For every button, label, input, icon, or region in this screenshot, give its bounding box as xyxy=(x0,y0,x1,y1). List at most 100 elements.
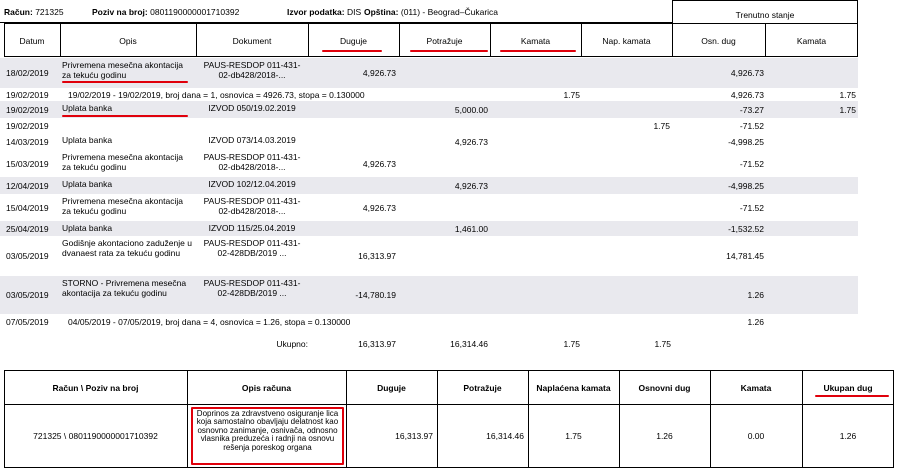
row-opis: Privremena mesečna akontacija za tekuću … xyxy=(62,196,183,216)
row-dokument: IZVOD 050/19.02.2019 xyxy=(208,103,296,113)
table-row: 19/02/2019 1.75 -71.52 xyxy=(0,118,858,133)
col-potrazuje: Potražuje xyxy=(426,36,463,46)
trenutno-stanje-title: Trenutno stanje xyxy=(735,10,795,20)
row-datum: 19/02/2019 xyxy=(6,90,49,100)
sum-opis-value: Doprinos za zdravstveno osiguranje lica … xyxy=(196,409,339,452)
opstina-value: (011) - Beograd–Čukarica xyxy=(400,7,499,17)
sum-col-ukupan: Ukupan dug xyxy=(823,383,873,393)
row-potrazuje: 4,926.73 xyxy=(454,137,488,147)
table-row: 19/02/2019 19/02/2019 - 19/02/2019, broj … xyxy=(0,88,858,101)
col-duguje: Duguje xyxy=(340,36,367,46)
row-datum: 12/04/2019 xyxy=(6,181,49,191)
racun-label: Račun: xyxy=(4,7,33,17)
sum-potrazuje-value: 16,314.46 xyxy=(486,431,524,441)
sum-col-racun: Račun \ Poziv na broj xyxy=(52,383,139,393)
row-dokument: IZVOD 115/25.04.2019 xyxy=(208,223,296,233)
row-osn-dug: 1.26 xyxy=(747,290,764,300)
row-duguje: 4,926.73 xyxy=(362,68,396,78)
row-datum: 03/05/2019 xyxy=(6,251,49,261)
table-row: 25/04/2019 Uplata banka IZVOD 115/25.04.20… xyxy=(0,221,858,236)
sum-naplacena-value: 1.75 xyxy=(565,431,582,441)
totals-potrazuje: 16,314.46 xyxy=(450,339,488,349)
highlight-uplata-opis xyxy=(62,115,188,117)
totals-label: Ukupno: xyxy=(276,339,308,349)
row-interest-calc: 19/02/2019 - 19/02/2019, broj dana = 1, … xyxy=(68,90,365,100)
table-row: 03/05/2019 STORNO - Privremena mesečna ak… xyxy=(0,276,858,314)
row-datum: 25/04/2019 xyxy=(6,224,49,234)
row-duguje: -14,780.19 xyxy=(355,290,396,300)
row-datum: 14/03/2019 xyxy=(6,137,49,147)
col-opis: Opis xyxy=(119,36,137,46)
row-opis: Privremena mesečna akontacija za tekuću … xyxy=(62,60,183,80)
row-osn-dug: -71.52 xyxy=(739,159,764,169)
row-datum: 19/02/2019 xyxy=(6,105,49,115)
table-row: 18/02/2019 Privremena mesečna akontacija … xyxy=(0,58,858,88)
row-dokument: IZVOD 073/14.03.2019 xyxy=(208,135,296,145)
row-dokument: PAUS-RESDOP 011-431-02-db428/2018-... xyxy=(203,60,301,80)
poziv-info: Poziv na broj: 0801190000001710392 xyxy=(92,7,239,17)
row-osn-dug: 14,781.45 xyxy=(726,251,764,261)
row-osn-dug: 1.26 xyxy=(747,317,764,327)
opstina-label: Opština: xyxy=(364,7,399,17)
row-opis: Godišnje akontaciono zaduženje u dvanaes… xyxy=(62,238,192,258)
izvor-info: Izvor podatka: DIS xyxy=(287,7,361,17)
row-dokument: PAUS-RESDOP 011-431-02-db428/2018-... xyxy=(203,152,301,172)
col-datum: Datum xyxy=(19,36,45,46)
col-kamata: Kamata xyxy=(520,36,551,46)
row-osn-dug: -71.52 xyxy=(739,121,764,131)
izvor-label: Izvor podatka: xyxy=(287,7,345,17)
row-osn-dug: -1,532.52 xyxy=(728,224,764,234)
row-osn-dug: -4,998.25 xyxy=(728,137,764,147)
sum-col-potrazuje: Potražuje xyxy=(463,383,502,393)
sum-racun-value: 721325 \ 0801190000001710392 xyxy=(33,431,158,441)
racun-value: 721325 xyxy=(35,7,64,17)
row-datum: 15/04/2019 xyxy=(6,203,49,213)
row-dokument: PAUS-RESDOP 011-431-02-db428/2018-... xyxy=(203,196,301,216)
row-osn-dug: -71.52 xyxy=(739,203,764,213)
col-nap-kamata: Nap. kamata xyxy=(602,36,651,46)
row-interest-calc: 04/05/2019 - 07/05/2019, broj dana = 4, … xyxy=(68,317,351,327)
highlight-row1-opis xyxy=(62,81,188,83)
row-kamata-stanje: 1.75 xyxy=(839,90,856,100)
sum-col-duguje: Duguje xyxy=(377,383,406,393)
row-datum: 18/02/2019 xyxy=(6,68,49,78)
izvor-value: DIS xyxy=(347,7,362,17)
opstina-info: Opština: (011) - Beograd–Čukarica xyxy=(364,7,498,17)
highlight-kamata xyxy=(500,50,576,52)
col-kamata-stanje: Kamata xyxy=(796,36,827,46)
row-opis: Privremena mesečna akontacija za tekuću … xyxy=(62,152,183,172)
totals-nap-kamata: 1.75 xyxy=(654,339,671,349)
row-potrazuje: 4,926.73 xyxy=(454,181,488,191)
highlight-duguje xyxy=(322,50,382,52)
poziv-label: Poziv na broj: xyxy=(92,7,148,17)
sum-col-opis: Opis računa xyxy=(241,383,292,393)
row-osn-dug: 4,926.73 xyxy=(730,68,764,78)
row-osn-dug: -4,998.25 xyxy=(728,181,764,191)
totals-kamata: 1.75 xyxy=(563,339,580,349)
col-dokument: Dokument xyxy=(232,36,272,46)
row-kamata: 1.75 xyxy=(563,90,580,100)
row-datum: 07/05/2019 xyxy=(6,317,49,327)
row-opis: Uplata banka xyxy=(62,179,113,189)
table-row: 12/04/2019 Uplata banka IZVOD 102/12.04.20… xyxy=(0,177,858,194)
row-osn-dug: 4,926.73 xyxy=(730,90,764,100)
sum-duguje-value: 16,313.97 xyxy=(395,431,433,441)
row-duguje: 4,926.73 xyxy=(362,159,396,169)
table-row: 14/03/2019 Uplata banka IZVOD 073/14.03.20… xyxy=(0,133,858,150)
row-opis: Uplata banka xyxy=(62,135,113,145)
row-kamata-stanje: 1.75 xyxy=(839,105,856,115)
row-datum: 15/03/2019 xyxy=(6,159,49,169)
poziv-value: 0801190000001710392 xyxy=(150,7,240,17)
highlight-potrazuje xyxy=(410,50,488,52)
account-info: Račun: 721325 xyxy=(4,7,64,17)
table-row: 07/05/2019 04/05/2019 - 07/05/2019, broj … xyxy=(0,314,858,330)
row-opis: Uplata banka xyxy=(62,223,113,233)
sum-col-naplacena: Naplaćena kamata xyxy=(536,383,611,393)
row-dokument: PAUS-RESDOP 011-431-02-428DB/2019 ... xyxy=(203,278,301,298)
row-dokument: IZVOD 102/12.04.2019 xyxy=(208,179,296,189)
sum-col-osnovni: Osnovni dug xyxy=(638,383,691,393)
table-row: 03/05/2019 Godišnje akontaciono zaduženje… xyxy=(0,236,858,276)
row-nap-kamata: 1.75 xyxy=(653,121,670,131)
row-dokument: PAUS-RESDOP 011-431-02-428DB/2019 ... xyxy=(203,238,301,258)
highlight-ukupan xyxy=(815,395,889,397)
